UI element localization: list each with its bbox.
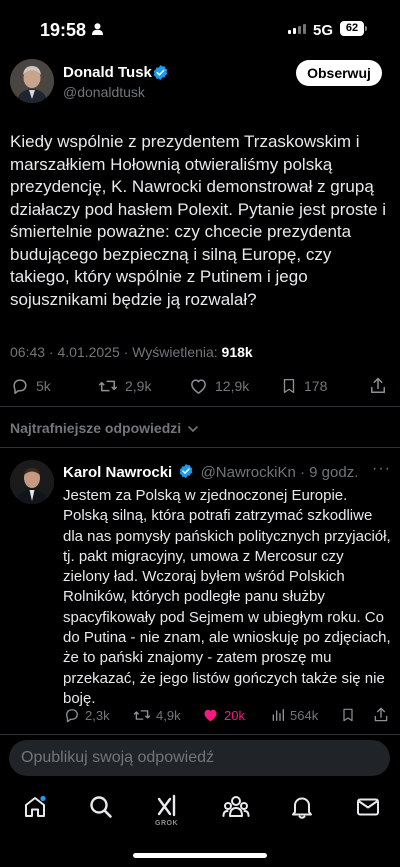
avatar-portrait-icon <box>10 59 54 103</box>
views-chart-icon <box>272 709 284 721</box>
share-button[interactable] <box>368 376 388 396</box>
tab-communities[interactable] <box>222 794 250 825</box>
reply-like-count: 20k <box>224 707 245 723</box>
share-icon <box>371 377 385 393</box>
tweet-text: Kiedy wspólnie z prezydentem Trzaskowski… <box>10 132 387 309</box>
reply-button[interactable]: 5k <box>10 376 51 396</box>
battery-tip <box>365 26 367 31</box>
status-bar: 19:58 5G 62 <box>0 0 400 60</box>
reply-reply-count: 2,3k <box>85 707 110 723</box>
bookmark-icon <box>343 708 353 722</box>
author-handle[interactable]: @donaldtusk <box>63 84 145 100</box>
author-avatar[interactable] <box>10 59 54 103</box>
repost-icon <box>133 710 151 720</box>
share-icon <box>374 707 388 722</box>
bookmark-button[interactable]: 178 <box>280 376 327 396</box>
reply-text: Jestem za Polską w zjednoczonej Europie.… <box>63 487 391 707</box>
reply-icon <box>13 379 27 394</box>
tab-home[interactable] <box>22 794 48 825</box>
reply-icon <box>66 709 78 723</box>
reply-author-avatar[interactable] <box>10 460 54 504</box>
chevron-down-icon <box>188 426 198 433</box>
bookmark-icon <box>283 378 295 394</box>
author-name[interactable]: Donald Tusk <box>63 64 152 81</box>
reply-bookmark-button[interactable] <box>340 706 356 724</box>
tab-notifications[interactable] <box>289 794 315 825</box>
reply-repost-button[interactable]: 4,9k <box>132 706 181 724</box>
verified-badge-icon <box>153 65 168 80</box>
person-icon <box>92 23 103 35</box>
reply-actions: 2,3k 4,9k 20k 564k <box>0 706 400 728</box>
heart-filled-icon <box>204 709 217 722</box>
divider <box>0 734 400 735</box>
grok-label: GROK <box>155 820 178 827</box>
reply-views-count: 564k <box>290 707 319 723</box>
reply-repost-count: 4,9k <box>156 707 181 723</box>
search-icon <box>90 796 112 818</box>
tab-search[interactable] <box>88 794 114 825</box>
divider <box>0 447 400 448</box>
repost-button[interactable]: 2,9k <box>97 376 151 396</box>
bookmark-count: 178 <box>304 378 328 394</box>
reply-author-handle[interactable]: @NawrockiKn <box>201 464 296 481</box>
replies-sort-label: Najtrafniejsze odpowiedzi <box>10 420 182 436</box>
signal-icon <box>288 24 306 34</box>
like-button[interactable]: 12,9k <box>188 376 249 396</box>
home-indicator <box>133 853 267 858</box>
communities-icon <box>222 796 250 817</box>
tweet-views: 918k <box>221 344 253 360</box>
bell-icon <box>292 797 312 819</box>
mail-icon <box>357 798 379 816</box>
like-count: 12,9k <box>215 378 250 394</box>
repost-icon <box>98 380 118 392</box>
home-icon <box>25 795 46 817</box>
tweet-meta: 06:43 · 4.01.2025 · Wyświetlenia: 918k <box>10 344 253 360</box>
heart-icon <box>191 379 206 394</box>
avatar-portrait-icon <box>10 460 54 504</box>
verified-badge-icon <box>180 464 193 478</box>
status-time: 19:58 <box>40 20 87 40</box>
reply-reply-button[interactable]: 2,3k <box>63 706 110 724</box>
reply-count: 5k <box>36 378 51 394</box>
tweet-actions: 5k 2,9k 12,9k 178 <box>0 376 400 400</box>
network-label: 5G <box>313 22 334 39</box>
divider <box>0 406 400 407</box>
reply-time: · 9 godz. <box>295 464 359 481</box>
tweet-timestamp: 06:43 · 4.01.2025 · Wyświetlenia: <box>10 344 222 360</box>
reply-compose-input[interactable]: Opublikuj swoją odpowiedź <box>9 740 390 776</box>
tab-messages[interactable] <box>355 794 381 825</box>
follow-button[interactable]: Obserwuj <box>296 60 382 86</box>
battery-icon: 62 <box>340 21 364 36</box>
repost-count: 2,9k <box>125 378 152 394</box>
reply-header: Karol Nawrocki @NawrockiKn · 9 godz. <box>63 463 358 481</box>
grok-icon <box>157 794 176 817</box>
reply-like-button[interactable]: 20k <box>201 706 245 724</box>
more-options-icon[interactable]: ··· <box>372 460 391 478</box>
reply-share-button[interactable] <box>372 706 390 724</box>
reply-author-name[interactable]: Karol Nawrocki <box>63 464 172 481</box>
replies-sort-dropdown[interactable]: Najtrafniejsze odpowiedzi <box>10 420 199 436</box>
reply-views-button[interactable]: 564k <box>270 706 318 724</box>
